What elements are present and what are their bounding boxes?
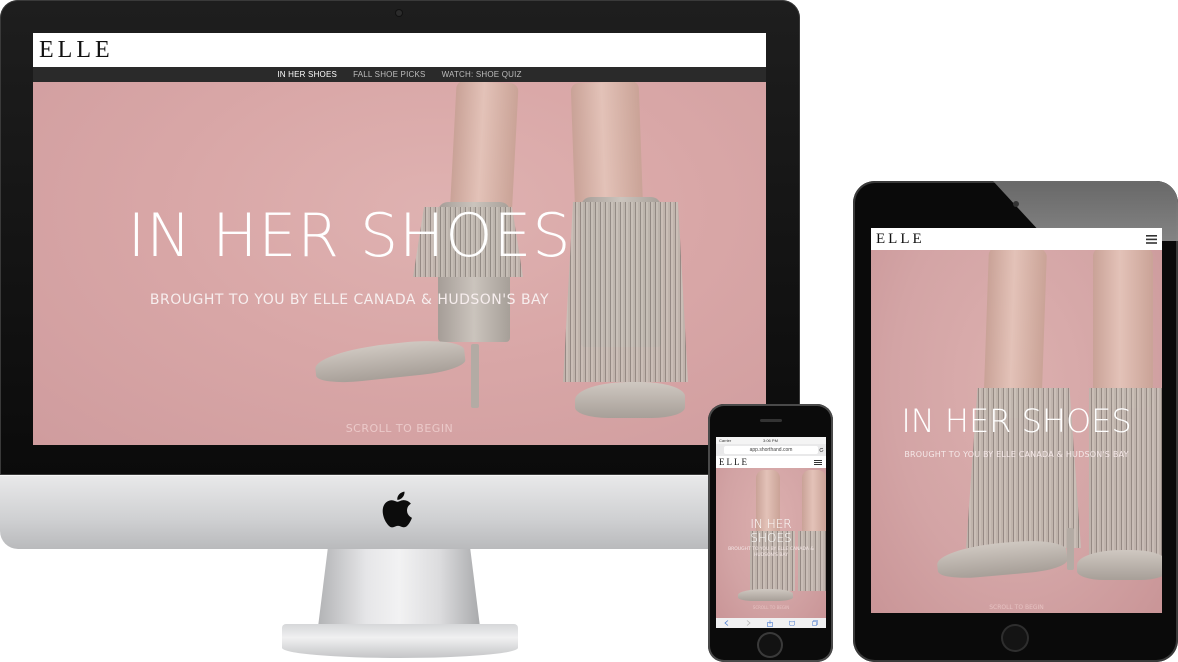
- apple-logo-icon: [382, 491, 412, 528]
- phone-left-boot-toe: [738, 589, 793, 601]
- site-header: ELLE: [33, 33, 766, 67]
- tablet-right-boot-toe: [1077, 550, 1162, 580]
- back-arrow-icon[interactable]: [724, 620, 729, 626]
- share-icon[interactable]: [767, 619, 773, 627]
- desktop-website-screen: ELLE IN HER SHOES FALL SHOE PICKS WATCH:…: [33, 33, 766, 445]
- nav-item-fall-shoe-picks[interactable]: FALL SHOE PICKS: [353, 70, 426, 79]
- phone-browser-bar: app.shorthand.com: [716, 444, 826, 456]
- tablet-website-screen: ELLE IN HER SHOES BROUGHT TO YOU BY ELLE…: [871, 228, 1162, 613]
- left-boot-heel: [471, 344, 479, 408]
- imac-camera: [396, 10, 402, 16]
- tablet-left-boot-heel: [1067, 528, 1074, 570]
- tablet-hero-title: IN HER SHOES: [901, 402, 1132, 440]
- phone-site-header: ELLE: [716, 456, 826, 468]
- imac-stand-neck: [318, 549, 480, 627]
- site-nav: IN HER SHOES FALL SHOE PICKS WATCH: SHOE…: [33, 67, 766, 82]
- scroll-to-begin[interactable]: SCROLL TO BEGIN: [33, 422, 766, 435]
- phone-browser-toolbar: [716, 618, 826, 628]
- elle-logo[interactable]: ELLE: [39, 38, 114, 62]
- phone-hero-subtitle: BROUGHT TO YOU BY ELLE CANADA & HUDSON'S…: [728, 547, 814, 558]
- phone-address-bar[interactable]: app.shorthand.com: [724, 446, 818, 454]
- phone-website-screen: Carrier 3:06 PM app.shorthand.com ELLE I…: [716, 437, 826, 628]
- iphone-home-button[interactable]: [759, 634, 781, 656]
- tablet-right-leg: [1093, 248, 1153, 408]
- bookmarks-icon[interactable]: [789, 620, 796, 626]
- tablet-left-boot-toe: [935, 537, 1069, 581]
- phone-hero-title-line1: IN HER: [750, 517, 792, 531]
- status-time: 3:06 PM: [763, 438, 778, 443]
- hero-title: IN HER SHOES: [127, 201, 572, 271]
- forward-arrow-icon[interactable]: [746, 620, 751, 626]
- phone-hero-title-line2: SHOES: [750, 531, 792, 545]
- tablet-hero-subtitle: BROUGHT TO YOU BY ELLE CANADA & HUDSON'S…: [904, 450, 1129, 459]
- nav-item-shoe-quiz[interactable]: WATCH: SHOE QUIZ: [442, 70, 522, 79]
- phone-status-bar: Carrier 3:06 PM: [716, 437, 826, 444]
- tablet-scroll-to-begin[interactable]: SCROLL TO BEGIN: [871, 604, 1162, 611]
- reload-icon[interactable]: [819, 447, 824, 453]
- status-carrier: Carrier: [719, 438, 732, 443]
- right-boot-toe: [575, 382, 685, 418]
- hamburger-menu-icon[interactable]: [1146, 235, 1157, 244]
- iphone-speaker: [760, 419, 782, 422]
- phone-scroll-to-begin[interactable]: SCROLL TO BEGIN: [716, 605, 826, 610]
- hero-subtitle: BROUGHT TO YOU BY ELLE CANADA & HUDSON'S…: [149, 292, 550, 308]
- ipad-camera: [1013, 201, 1019, 207]
- phone-hamburger-menu-icon[interactable]: [814, 460, 822, 465]
- tabs-icon[interactable]: [812, 620, 818, 626]
- tablet-site-header: ELLE: [871, 228, 1162, 250]
- ipad-home-button[interactable]: [1003, 626, 1027, 650]
- phone-elle-logo[interactable]: ELLE: [719, 458, 749, 467]
- left-boot-toe: [313, 336, 467, 386]
- phone-hero-title: IN HER SHOES: [716, 517, 826, 545]
- tablet-elle-logo[interactable]: ELLE: [876, 232, 925, 247]
- imac-stand-foot: [282, 624, 518, 658]
- nav-item-in-her-shoes[interactable]: IN HER SHOES: [277, 70, 337, 79]
